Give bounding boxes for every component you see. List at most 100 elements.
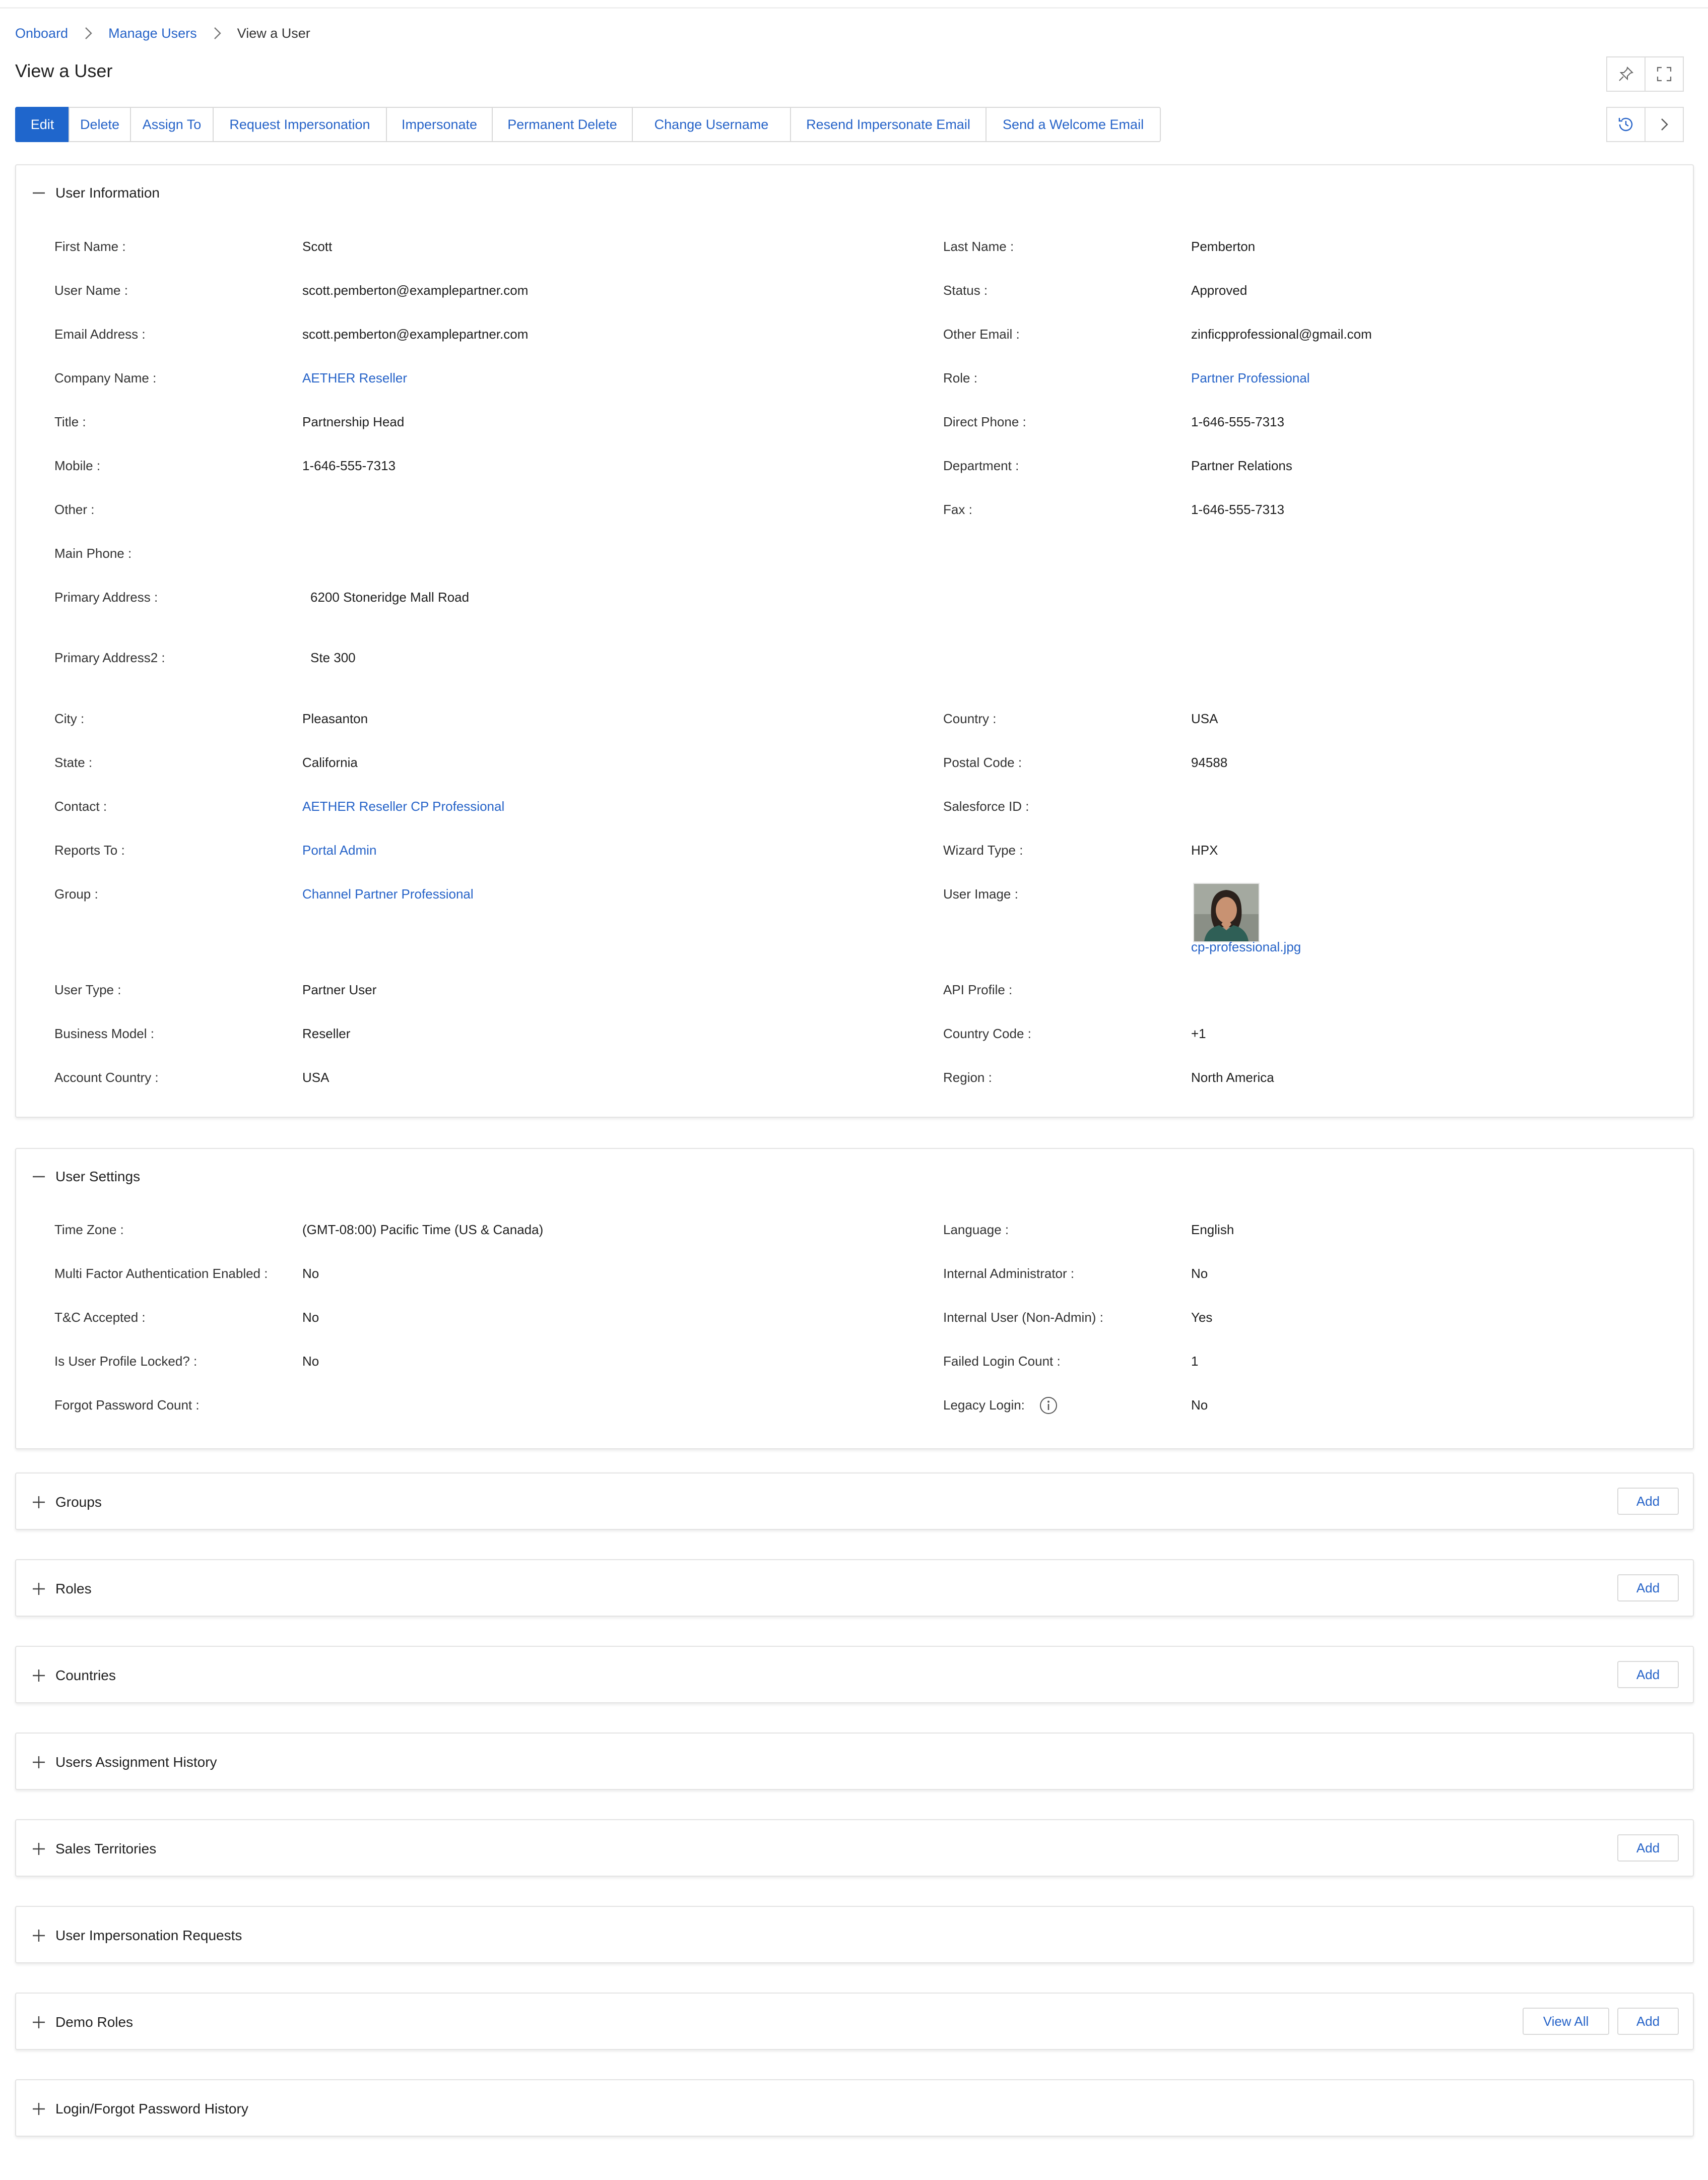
sales-territories-add-button[interactable]: Add	[1617, 1834, 1679, 1862]
pin-icon	[1619, 67, 1633, 81]
plus-icon[interactable]	[31, 1495, 46, 1510]
assignment-history-panel: Users Assignment History	[15, 1733, 1694, 1790]
api-profile-label: API Profile :	[943, 982, 1013, 997]
user-name-value: scott.pemberton@examplepartner.com	[302, 283, 529, 298]
plus-icon[interactable]	[31, 1668, 46, 1683]
email-value: scott.pemberton@examplepartner.com	[302, 327, 529, 342]
user-image-file-link[interactable]: cp-professional.jpg	[1191, 939, 1301, 955]
fullscreen-icon	[1657, 67, 1672, 82]
plus-icon[interactable]	[31, 1581, 46, 1596]
state-label: State :	[54, 755, 93, 770]
edit-button[interactable]: Edit	[15, 107, 70, 142]
status-label: Status :	[943, 283, 988, 298]
profile-locked-label: Is User Profile Locked? :	[54, 1354, 198, 1369]
city-value: Pleasanton	[302, 711, 368, 726]
plus-icon[interactable]	[31, 1755, 46, 1770]
section-title: Countries	[55, 1668, 116, 1683]
fullscreen-button[interactable]	[1645, 57, 1683, 91]
plus-icon[interactable]	[31, 2101, 46, 2117]
roles-add-button[interactable]: Add	[1617, 1574, 1679, 1601]
roles-header[interactable]: Roles	[16, 1560, 1693, 1618]
group-link[interactable]: Channel Partner Professional	[302, 886, 474, 902]
mobile-value: 1-646-555-7313	[302, 458, 396, 473]
contact-link[interactable]: AETHER Reseller CP Professional	[302, 799, 504, 814]
plus-icon[interactable]	[31, 2015, 46, 2030]
time-zone-value: (GMT-08:00) Pacific Time (US & Canada)	[302, 1222, 544, 1237]
send-welcome-email-button[interactable]: Send a Welcome Email	[986, 107, 1161, 142]
reports-to-link[interactable]: Portal Admin	[302, 843, 376, 858]
change-username-button[interactable]: Change Username	[632, 107, 791, 142]
chevron-right-icon	[1661, 118, 1668, 131]
pin-button[interactable]	[1607, 57, 1645, 91]
tc-accepted-label: T&C Accepted :	[54, 1310, 146, 1325]
countries-header[interactable]: Countries	[16, 1647, 1693, 1704]
department-label: Department :	[943, 458, 1019, 473]
plus-icon[interactable]	[31, 1841, 46, 1856]
postal-code-label: Postal Code :	[943, 755, 1022, 770]
demo-roles-add-button[interactable]: Add	[1617, 2008, 1679, 2035]
request-impersonation-button[interactable]: Request Impersonation	[213, 107, 387, 142]
internal-admin-label: Internal Administrator :	[943, 1266, 1075, 1281]
next-record-button[interactable]	[1645, 108, 1683, 141]
other-email-value: zinficpprofessional@gmail.com	[1191, 327, 1372, 342]
reports-to-label: Reports To :	[54, 843, 125, 858]
groups-header[interactable]: Groups	[16, 1473, 1693, 1531]
sales-territories-header[interactable]: Sales Territories	[16, 1820, 1693, 1878]
forgot-password-count-label: Forgot Password Count :	[54, 1397, 200, 1413]
impersonation-requests-panel: User Impersonation Requests	[15, 1906, 1694, 1963]
tc-accepted-value: No	[302, 1310, 319, 1325]
business-model-label: Business Model :	[54, 1026, 154, 1041]
permanent-delete-button[interactable]: Permanent Delete	[492, 107, 633, 142]
delete-button[interactable]: Delete	[69, 107, 131, 142]
minus-icon[interactable]	[31, 1169, 46, 1184]
country-value: USA	[1191, 711, 1218, 726]
countries-add-button[interactable]: Add	[1617, 1661, 1679, 1688]
groups-add-button[interactable]: Add	[1617, 1488, 1679, 1515]
email-label: Email Address :	[54, 327, 146, 342]
user-avatar-image[interactable]	[1193, 883, 1260, 942]
role-link[interactable]: Partner Professional	[1191, 370, 1310, 386]
user-name-label: User Name :	[54, 283, 128, 298]
section-title: Demo Roles	[55, 2014, 134, 2030]
section-title: User Impersonation Requests	[55, 1928, 242, 1943]
internal-user-value: Yes	[1191, 1310, 1213, 1325]
section-title: Login/Forgot Password History	[55, 2101, 248, 2117]
section-title: Users Assignment History	[55, 1754, 217, 1770]
user-information-header[interactable]: User Information	[16, 165, 1693, 221]
region-value: North America	[1191, 1070, 1274, 1085]
minus-icon[interactable]	[31, 185, 46, 201]
info-icon[interactable]	[1039, 1396, 1058, 1415]
contact-label: Contact :	[54, 799, 107, 814]
groups-panel: Groups Add	[15, 1472, 1694, 1530]
company-name-link[interactable]: AETHER Reseller	[302, 370, 407, 386]
breadcrumb-onboard[interactable]: Onboard	[15, 26, 68, 41]
failed-login-value: 1	[1191, 1354, 1199, 1369]
user-information-panel: User Information	[15, 164, 1694, 1118]
assignment-history-header[interactable]: Users Assignment History	[16, 1734, 1693, 1791]
business-model-value: Reseller	[302, 1026, 351, 1041]
impersonation-requests-header[interactable]: User Impersonation Requests	[16, 1907, 1693, 1964]
legacy-login-label: Legacy Login:	[943, 1397, 1025, 1413]
chevron-right-icon	[214, 27, 221, 39]
demo-roles-view-all-button[interactable]: View All	[1523, 2008, 1609, 2035]
impersonate-button[interactable]: Impersonate	[386, 107, 493, 142]
user-settings-header[interactable]: User Settings	[16, 1149, 1693, 1204]
resend-impersonate-email-button[interactable]: Resend Impersonate Email	[790, 107, 987, 142]
section-title: Sales Territories	[55, 1841, 157, 1856]
mobile-label: Mobile :	[54, 458, 101, 473]
demo-roles-header[interactable]: Demo Roles	[16, 1994, 1693, 2051]
main-phone-label: Main Phone :	[54, 546, 132, 561]
legacy-login-value: No	[1191, 1397, 1208, 1413]
history-button[interactable]	[1607, 108, 1645, 141]
internal-admin-value: No	[1191, 1266, 1208, 1281]
wizard-type-value: HPX	[1191, 843, 1218, 858]
breadcrumb-manage-users[interactable]: Manage Users	[108, 26, 197, 41]
other-email-label: Other Email :	[943, 327, 1020, 342]
language-label: Language :	[943, 1222, 1009, 1237]
user-image-label: User Image :	[943, 886, 1018, 902]
login-history-panel: Login/Forgot Password History	[15, 2079, 1694, 2137]
assign-to-button[interactable]: Assign To	[130, 107, 214, 142]
login-history-header[interactable]: Login/Forgot Password History	[16, 2080, 1693, 2138]
internal-user-label: Internal User (Non-Admin) :	[943, 1310, 1103, 1325]
plus-icon[interactable]	[31, 1928, 46, 1943]
